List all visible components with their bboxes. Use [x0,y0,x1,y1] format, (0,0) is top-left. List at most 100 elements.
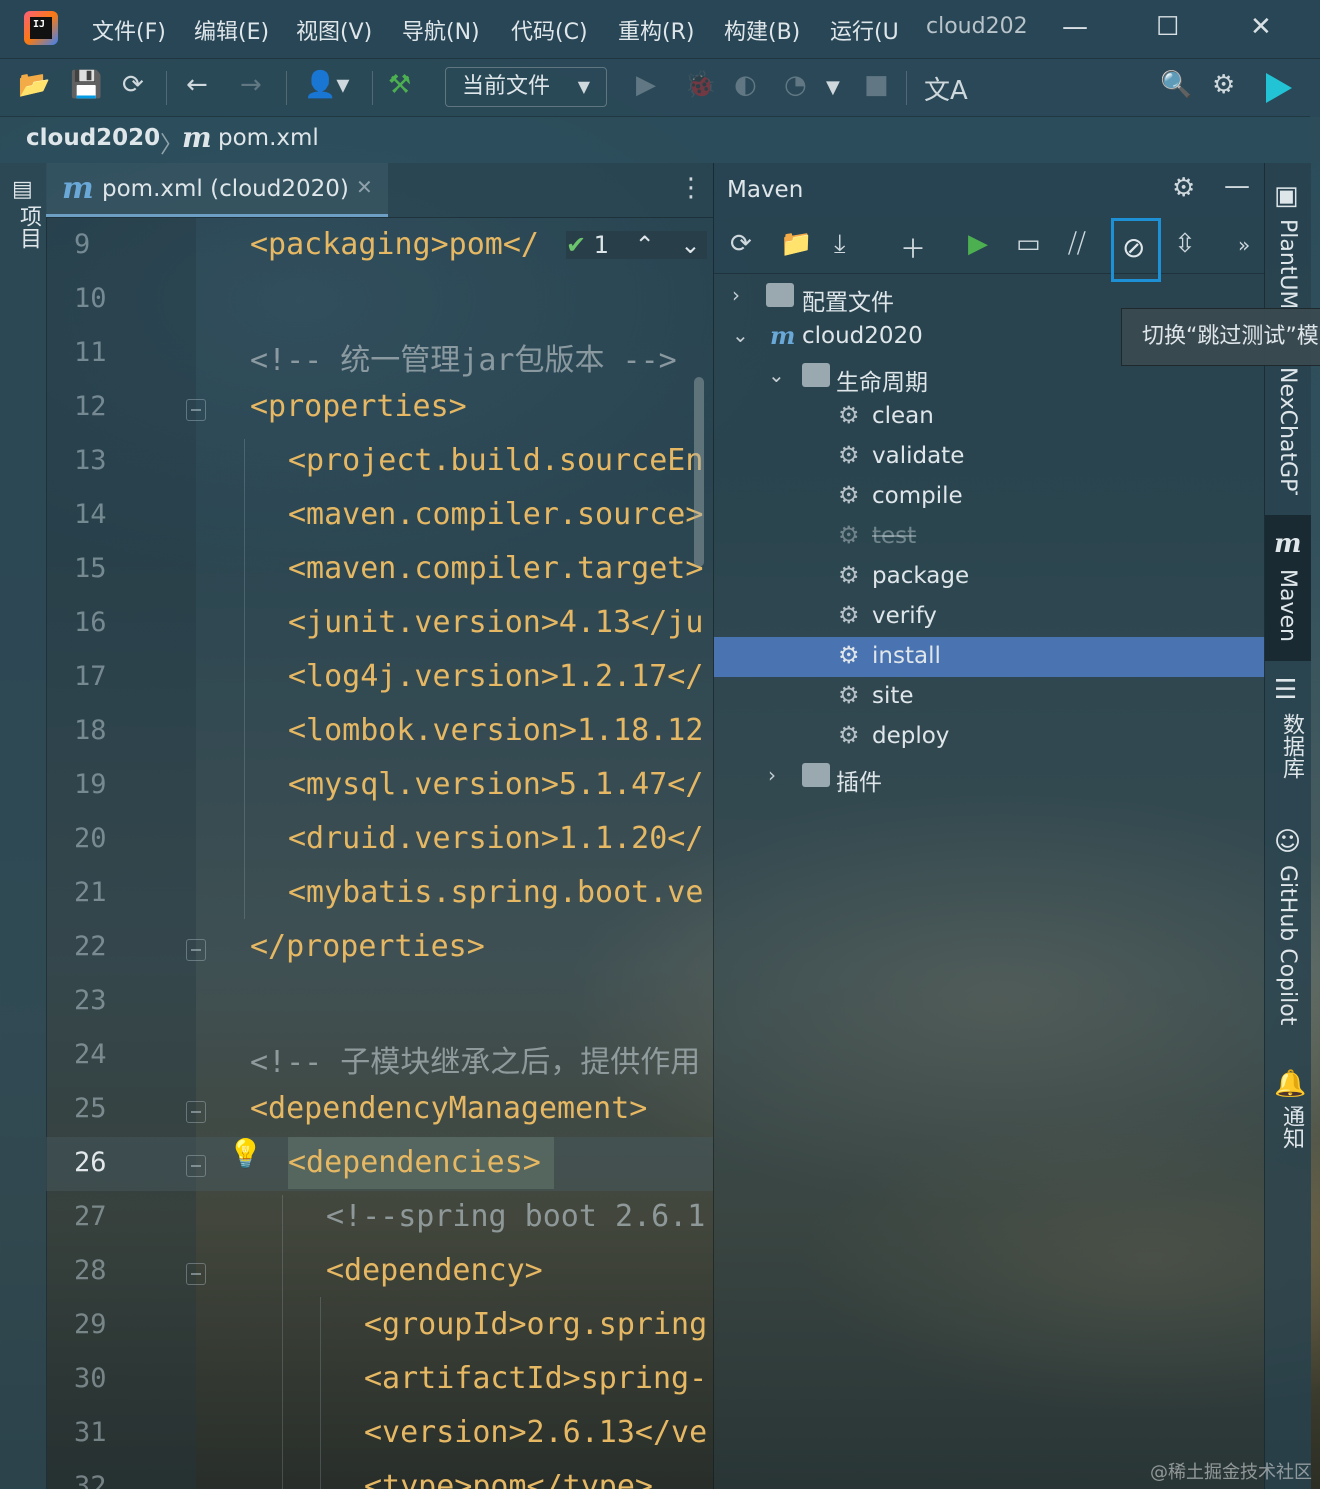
tree-item-phase[interactable]: ⚙ clean [714,397,1265,437]
stripe-github-copilot[interactable]: GitHub Copilot [1275,865,1300,1025]
next-highlight-icon[interactable]: ⌄ [680,231,700,259]
tab-options-icon[interactable]: ⋮ [678,173,704,203]
debug-icon[interactable]: 🐞 [684,70,716,100]
vcs-user-icon[interactable]: 👤▾ [304,70,349,100]
title-bar: IJ 文件(F) 编辑(E) 视图(V) 导航(N) 代码(C) 重构(R) 构… [0,0,1320,58]
chevron-down-icon[interactable]: ⌄ [768,363,785,387]
toolbar-divider [372,71,373,105]
prev-highlight-icon[interactable]: ⌃ [635,231,655,259]
breadcrumb-project[interactable]: cloud2020 [26,125,160,151]
fold-marker[interactable] [186,1263,206,1285]
line-number: 18 [74,715,107,746]
tree-item-phase-skipped[interactable]: ⚙ test [714,517,1265,557]
close-tab-icon[interactable]: ✕ [356,175,373,199]
stop-icon[interactable]: ■ [864,70,889,100]
collapse-all-icon[interactable]: ⇳ [1174,229,1196,259]
add-project-icon[interactable]: ＋ [900,229,926,266]
line-number: 30 [74,1363,107,1394]
breadcrumb-file[interactable]: pom.xml [218,125,319,151]
tab-pom-xml[interactable]: m pom.xml (cloud2020) ✕ [46,163,388,217]
inspection-widget[interactable]: ✔ 1 ⌃ ⌄ [566,231,707,259]
line-number: 29 [74,1309,107,1340]
tree-item-phase[interactable]: ⚙ validate [714,437,1265,477]
tree-item-phase[interactable]: ⚙ site [714,677,1265,717]
stripe-notifications[interactable]: 通知 [1275,1105,1307,1149]
tree-label: cloud2020 [802,323,923,349]
sync-icon[interactable]: ⟳ [122,70,144,100]
jetbrains-ai-icon[interactable] [1266,73,1292,103]
stripe-nexchatgpt[interactable]: NexChatGPT [1275,367,1300,495]
search-icon[interactable]: 🔍 [1160,70,1192,100]
tree-item-plugins[interactable]: › 插件 [714,757,1265,797]
stripe-plantuml[interactable]: PlantUML [1275,219,1300,307]
open-folder-icon[interactable]: 📂 [18,70,50,100]
skip-tests-toggle-button[interactable]: ⊘ [1111,218,1161,282]
settings-gear-icon[interactable]: ⚙ [1212,70,1235,100]
code-line: <artifactId>spring- [364,1361,708,1396]
intellij-logo-icon[interactable]: IJ [24,11,58,45]
hide-panel-icon[interactable]: — [1224,171,1250,201]
run-configuration-icon[interactable]: ▭ [1016,229,1041,259]
coverage-icon[interactable]: ◐ [734,70,757,100]
minimize-icon[interactable]: — [1062,12,1088,42]
tree-label: 生命周期 [836,370,928,396]
tree-item-phase[interactable]: ⚙ deploy [714,717,1265,757]
line-number: 28 [74,1255,107,1286]
stripe-database[interactable]: 数据库 [1275,713,1307,779]
run-goal-icon[interactable]: ▶ [968,229,988,259]
build-hammer-icon[interactable]: ⚒ [388,70,411,100]
project-tool-icon[interactable]: ▤ [12,177,33,202]
maven-settings-gear-icon[interactable]: ⚙ [1172,173,1195,203]
maximize-icon[interactable]: ☐ [1156,12,1179,42]
toolbar-divider [906,71,907,105]
translate-icon[interactable]: 文A [924,70,968,107]
fold-marker[interactable] [186,399,206,421]
offline-mode-icon[interactable]: ⧸⧸ [1068,229,1086,260]
generate-sources-icon[interactable]: 📁 [780,229,812,259]
back-icon[interactable]: ← [186,70,208,100]
editor-scrollbar[interactable] [694,377,704,567]
chevron-right-icon[interactable]: › [732,283,740,307]
chevron-right-icon[interactable]: › [768,763,776,787]
stripe-maven[interactable]: Maven [1275,569,1300,642]
menu-build[interactable]: 构建(B) [724,14,800,46]
line-number: 13 [74,445,107,476]
save-icon[interactable]: 💾 [70,70,102,100]
tab-label: pom.xml (cloud2020) [102,176,349,202]
line-number: 21 [74,877,107,908]
intention-bulb-icon[interactable]: 💡 [228,1137,263,1170]
project-tool-label[interactable]: 项目 [12,205,44,249]
maven-file-icon: m [182,121,212,154]
download-sources-icon[interactable]: ⤓ [834,229,846,260]
tree-item-phase-selected[interactable]: ⚙ install [714,637,1265,677]
run-config-select[interactable]: 当前文件 ▼ [445,67,607,107]
close-icon[interactable]: ✕ [1250,12,1272,42]
menu-edit[interactable]: 编辑(E) [194,14,269,46]
reload-projects-icon[interactable]: ⟳ [730,229,752,259]
fold-marker[interactable] [186,1101,206,1123]
profile-icon[interactable]: ◔ [784,70,807,100]
menu-code[interactable]: 代码(C) [511,14,588,46]
indent-guide [320,1297,321,1489]
run-icon[interactable]: ▶ [636,70,656,100]
left-tool-stripe: ▤ 项目 [0,163,47,1489]
code-editor[interactable]: 💡 9 10 11 12 13 14 15 16 17 18 19 20 21 … [46,217,713,1489]
menu-run[interactable]: 运行(U [830,14,899,46]
fold-marker[interactable] [186,939,206,961]
forward-icon[interactable]: → [240,70,262,100]
chevron-down-icon[interactable]: ⌄ [732,323,749,347]
code-comment: <!-- 子模块继承之后，提供作用 [250,1045,701,1080]
phase-label: package [872,563,970,589]
menu-refactor[interactable]: 重构(R) [618,14,694,46]
menu-file[interactable]: 文件(F) [92,14,166,46]
tree-item-phase[interactable]: ⚙ package [714,557,1265,597]
menu-view[interactable]: 视图(V) [296,14,372,46]
line-number: 17 [74,661,107,692]
maven-stripe-icon: m [1274,529,1302,559]
fold-marker[interactable] [186,1155,206,1177]
menu-navigate[interactable]: 导航(N) [402,14,480,46]
more-run-chevron-icon[interactable]: ▼ [826,77,840,98]
tree-item-phase[interactable]: ⚙ verify [714,597,1265,637]
more-actions-icon[interactable]: » [1238,233,1250,257]
tree-item-phase[interactable]: ⚙ compile [714,477,1265,517]
